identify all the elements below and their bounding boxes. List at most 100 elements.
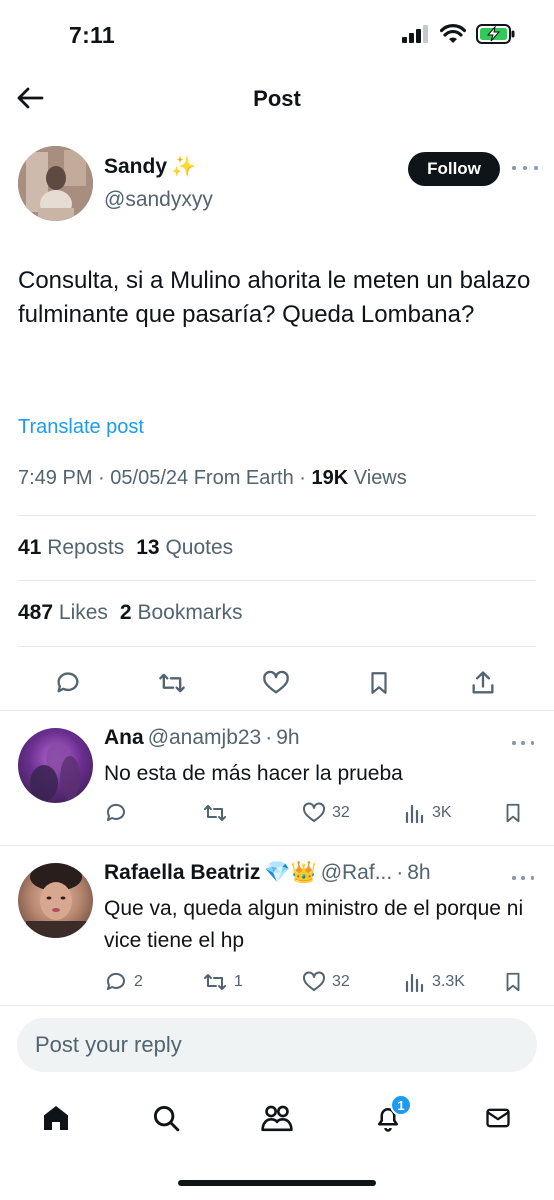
status-bar: 7:11 — [0, 0, 554, 74]
status-icons — [402, 24, 516, 44]
home-indicator — [178, 1180, 376, 1186]
author-name[interactable]: Sandy — [104, 155, 167, 179]
tab-notifications[interactable]: 1 — [368, 1094, 412, 1138]
likes-label: Likes — [58, 601, 108, 624]
post-text: Consulta, si a Mulino ahorita le meten u… — [18, 267, 531, 328]
repost-icon — [204, 805, 226, 821]
reply-bookmark-button[interactable] — [502, 798, 524, 828]
reposts-label: Reposts — [47, 536, 125, 559]
tab-communities[interactable] — [257, 1098, 297, 1138]
reply-author-name[interactable]: Rafaella Beatriz — [104, 861, 260, 885]
bookmarks-stat[interactable]: 2 Bookmarks — [120, 601, 243, 625]
reposts-count: 41 — [18, 536, 42, 559]
share-icon — [472, 671, 494, 694]
reply-action-bar: 2 1 32 3.3K — [104, 967, 524, 997]
reply-more-button[interactable] — [512, 873, 534, 883]
post-author: Sandy ✨ @sandyxyy Follow — [18, 146, 538, 226]
author-avatar[interactable] — [18, 146, 93, 221]
post-source: From Earth — [193, 467, 294, 489]
quotes-label: Quotes — [165, 536, 234, 559]
signal-icon — [402, 25, 428, 43]
reply-icon — [57, 672, 79, 693]
reply-views-button[interactable]: 3K — [404, 798, 452, 828]
top-bar: Post — [0, 74, 554, 124]
views-icon — [405, 804, 424, 824]
reply-repost-count: 1 — [234, 973, 243, 990]
badge-emojis: 💎👑 — [264, 861, 317, 884]
reply-separator: · — [265, 726, 273, 749]
divider — [0, 1005, 554, 1006]
reply-reply-button[interactable]: 2 — [104, 967, 143, 997]
translate-post-link[interactable]: Translate post — [18, 416, 144, 439]
author-handle[interactable]: @sandyxyy — [104, 188, 213, 212]
reply-action-bar: 32 3K — [104, 798, 524, 828]
reply-views-button[interactable]: 3.3K — [404, 967, 465, 997]
reply-more-button[interactable] — [512, 738, 534, 748]
share-button[interactable] — [468, 668, 498, 698]
likes-stat[interactable]: 487 Likes — [18, 601, 108, 625]
more-options-button[interactable] — [512, 160, 538, 176]
reply-input[interactable]: Post your reply — [17, 1018, 537, 1072]
reply-button[interactable] — [53, 668, 83, 698]
like-icon — [303, 802, 325, 822]
follow-button[interactable]: Follow — [408, 152, 500, 186]
reply-like-button[interactable]: 32 — [302, 798, 350, 828]
reply-author-handle[interactable]: @anamjb23 — [148, 726, 262, 750]
tab-messages[interactable] — [478, 1098, 518, 1138]
reply-item[interactable]: Ana @anamjb23 · 9h No esta de más hacer … — [0, 710, 554, 845]
reply-like-count: 32 — [332, 804, 350, 821]
reply-time: 9h — [276, 726, 300, 749]
reply-repost-button[interactable] — [202, 798, 234, 828]
post-meta: 7:49 PM · 05/05/24 From Earth · 19K View… — [18, 467, 407, 489]
bottom-tab-bar: 1 — [0, 1090, 554, 1150]
bookmarks-label: Bookmarks — [137, 601, 243, 624]
like-icon — [263, 670, 289, 694]
reply-like-button[interactable]: 32 — [302, 967, 350, 997]
reply-avatar[interactable] — [18, 863, 93, 938]
reply-bookmark-button[interactable] — [502, 967, 524, 997]
quotes-stat[interactable]: 13 Quotes — [136, 536, 233, 560]
reply-like-count: 32 — [332, 973, 350, 990]
reply-avatar-image — [26, 863, 86, 938]
bookmark-icon — [371, 672, 387, 694]
sparkle-emoji: ✨ — [171, 156, 196, 178]
reply-header: Rafaella Beatriz 💎👑 @Raf... · 8h — [104, 861, 431, 885]
stats-row-likes: 487 Likes 2 Bookmarks — [18, 601, 242, 625]
post-date: 05/05/24 — [110, 467, 189, 489]
reply-input-placeholder: Post your reply — [35, 1032, 182, 1057]
reply-icon — [106, 803, 125, 821]
repost-button[interactable] — [157, 668, 187, 698]
status-time: 7:11 — [69, 22, 115, 48]
reply-author-handle[interactable]: @Raf... — [321, 861, 393, 885]
reply-author-name[interactable]: Ana — [104, 726, 144, 750]
reply-icon — [106, 972, 125, 990]
divider — [18, 515, 536, 516]
reposts-stat[interactable]: 41 Reposts — [18, 536, 124, 560]
reply-views-count: 3K — [432, 804, 452, 821]
views-count: 19K — [311, 467, 349, 489]
post-time: 7:49 PM — [18, 467, 93, 489]
reply-avatar-image — [30, 743, 80, 801]
tab-home[interactable] — [36, 1098, 76, 1138]
reply-views-count: 3.3K — [432, 973, 465, 990]
author-name-row[interactable]: Sandy ✨ — [104, 154, 196, 179]
communities-icon — [261, 1105, 293, 1132]
like-icon — [303, 971, 325, 991]
bookmark-button[interactable] — [364, 668, 394, 698]
battery-charging-icon — [476, 24, 515, 44]
reply-avatar[interactable] — [18, 728, 93, 803]
reply-reply-count: 2 — [134, 973, 143, 990]
quotes-count: 13 — [136, 536, 160, 559]
divider — [18, 646, 536, 647]
like-button[interactable] — [261, 668, 291, 698]
likes-count: 487 — [18, 601, 54, 624]
bookmarks-count: 2 — [119, 601, 132, 624]
views-icon — [405, 973, 424, 993]
reply-reply-button[interactable] — [104, 798, 134, 828]
post-action-bar — [0, 660, 554, 700]
reply-item[interactable]: Rafaella Beatriz 💎👑 @Raf... · 8h Que va,… — [0, 845, 554, 1005]
reply-repost-button[interactable]: 1 — [202, 967, 243, 997]
tab-search[interactable] — [146, 1098, 186, 1138]
reply-text: No esta de más hacer la prueba — [104, 762, 403, 785]
views-label: Views — [353, 467, 407, 489]
